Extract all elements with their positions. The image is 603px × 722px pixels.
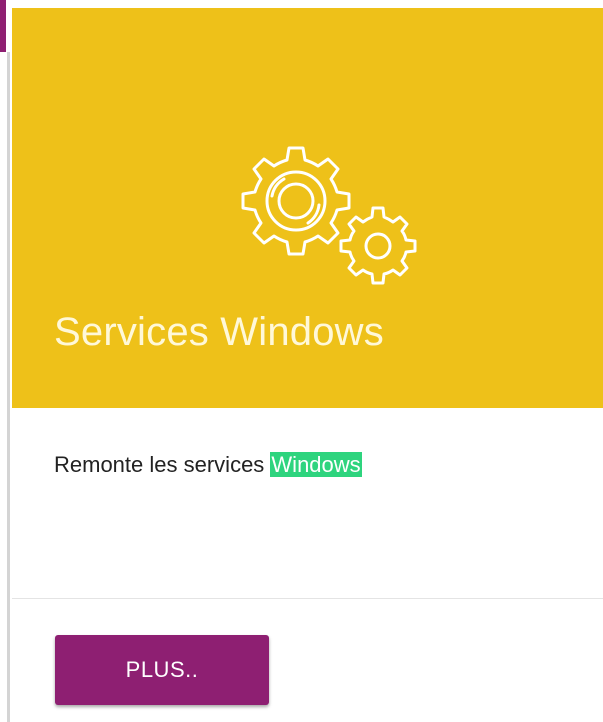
card-divider xyxy=(12,598,603,599)
service-card: Services Windows Remonte les services Wi… xyxy=(12,8,603,722)
card-title: Services Windows xyxy=(54,310,384,354)
card-body: Remonte les services Windows xyxy=(12,408,603,598)
card-description: Remonte les services Windows xyxy=(54,452,362,478)
more-button[interactable]: PLUS.. xyxy=(55,635,269,705)
card-header: Services Windows xyxy=(12,8,603,408)
gears-icon xyxy=(222,138,422,288)
accent-bar xyxy=(0,0,6,52)
left-edge xyxy=(0,0,10,722)
left-rule xyxy=(7,52,10,722)
highlighted-word: Windows xyxy=(270,452,362,477)
description-text: Remonte les services xyxy=(54,452,271,477)
